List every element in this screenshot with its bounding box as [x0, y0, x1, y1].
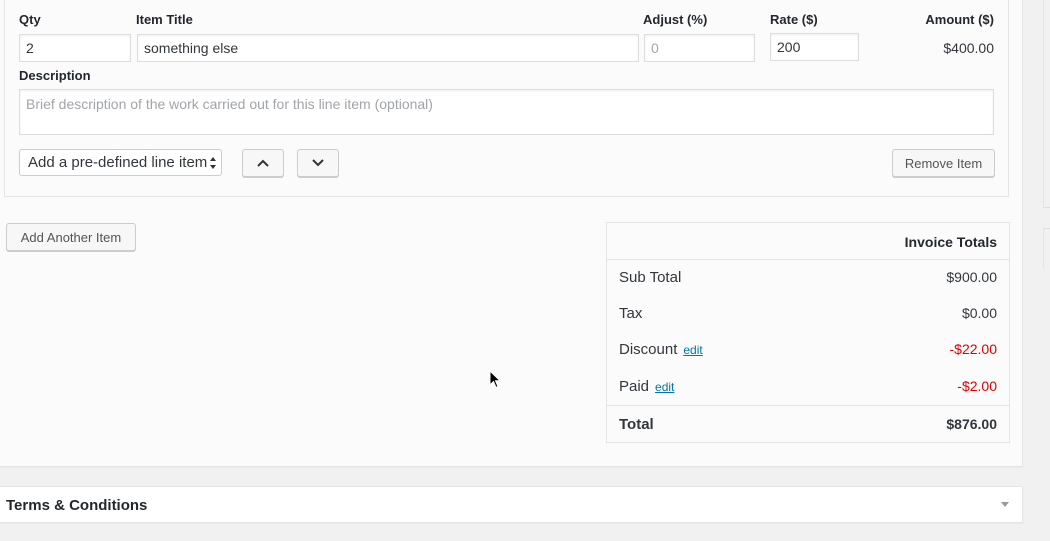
chevron-up-icon: [257, 159, 269, 167]
adjust-input[interactable]: [644, 34, 755, 62]
select-arrows-icon: [210, 157, 216, 169]
tax-label: Tax: [619, 305, 643, 322]
remove-item-button[interactable]: Remove Item: [892, 149, 995, 177]
terms-conditions-title: Terms & Conditions: [6, 497, 148, 514]
item-title-input[interactable]: [137, 34, 639, 62]
rate-label: Rate ($): [770, 12, 818, 27]
side-panel-edge: [1043, 228, 1050, 268]
collapse-toggle-icon[interactable]: [1001, 502, 1009, 507]
paid-label: Paid: [619, 378, 650, 395]
paid-value: -$2.00: [957, 378, 997, 394]
line-amount: $400.00: [943, 40, 994, 56]
invoice-totals-heading: Invoice Totals: [607, 223, 1009, 260]
line-item: Qty Item Title Adjust (%) Rate ($) Amoun…: [4, 0, 1009, 197]
mouse-cursor-icon: [489, 370, 501, 389]
discount-label: Discount: [619, 341, 678, 358]
amount-label: Amount ($): [925, 12, 994, 27]
edit-paid-link[interactable]: edit: [655, 380, 674, 394]
total-value: $876.00: [946, 416, 997, 432]
totals-row-paid: Paid edit -$2.00: [607, 369, 1009, 405]
move-down-button[interactable]: [297, 149, 339, 177]
totals-row-tax: Tax $0.00: [607, 296, 1009, 332]
description-textarea[interactable]: [19, 89, 994, 135]
totals-row-discount: Discount edit -$22.00: [607, 332, 1009, 368]
add-another-item-button[interactable]: Add Another Item: [6, 223, 136, 251]
totals-row-total: Total $876.00: [607, 405, 1009, 442]
subtotal-value: $900.00: [946, 269, 997, 285]
predefined-select-value: Add a pre-defined line item: [28, 154, 208, 171]
edit-discount-link[interactable]: edit: [683, 343, 702, 357]
description-label: Description: [19, 68, 91, 83]
totals-row-subtotal: Sub Total $900.00: [607, 260, 1009, 296]
invoice-totals-panel: Invoice Totals Sub Total $900.00 Tax $0.…: [606, 222, 1010, 443]
item-title-label: Item Title: [136, 12, 193, 27]
total-label: Total: [619, 416, 654, 433]
discount-value: -$22.00: [949, 341, 997, 357]
chevron-down-icon: [312, 159, 324, 167]
qty-input[interactable]: [19, 34, 131, 62]
rate-input[interactable]: [770, 33, 859, 61]
move-up-button[interactable]: [242, 149, 284, 177]
qty-label: Qty: [19, 12, 41, 27]
adjust-label: Adjust (%): [643, 12, 708, 27]
tax-value: $0.00: [961, 305, 997, 321]
side-panel-edge: [1043, 0, 1050, 208]
predefined-line-item-select[interactable]: Add a pre-defined line item: [19, 149, 222, 176]
terms-conditions-metabox[interactable]: Terms & Conditions: [0, 486, 1023, 523]
subtotal-label: Sub Total: [619, 269, 682, 286]
